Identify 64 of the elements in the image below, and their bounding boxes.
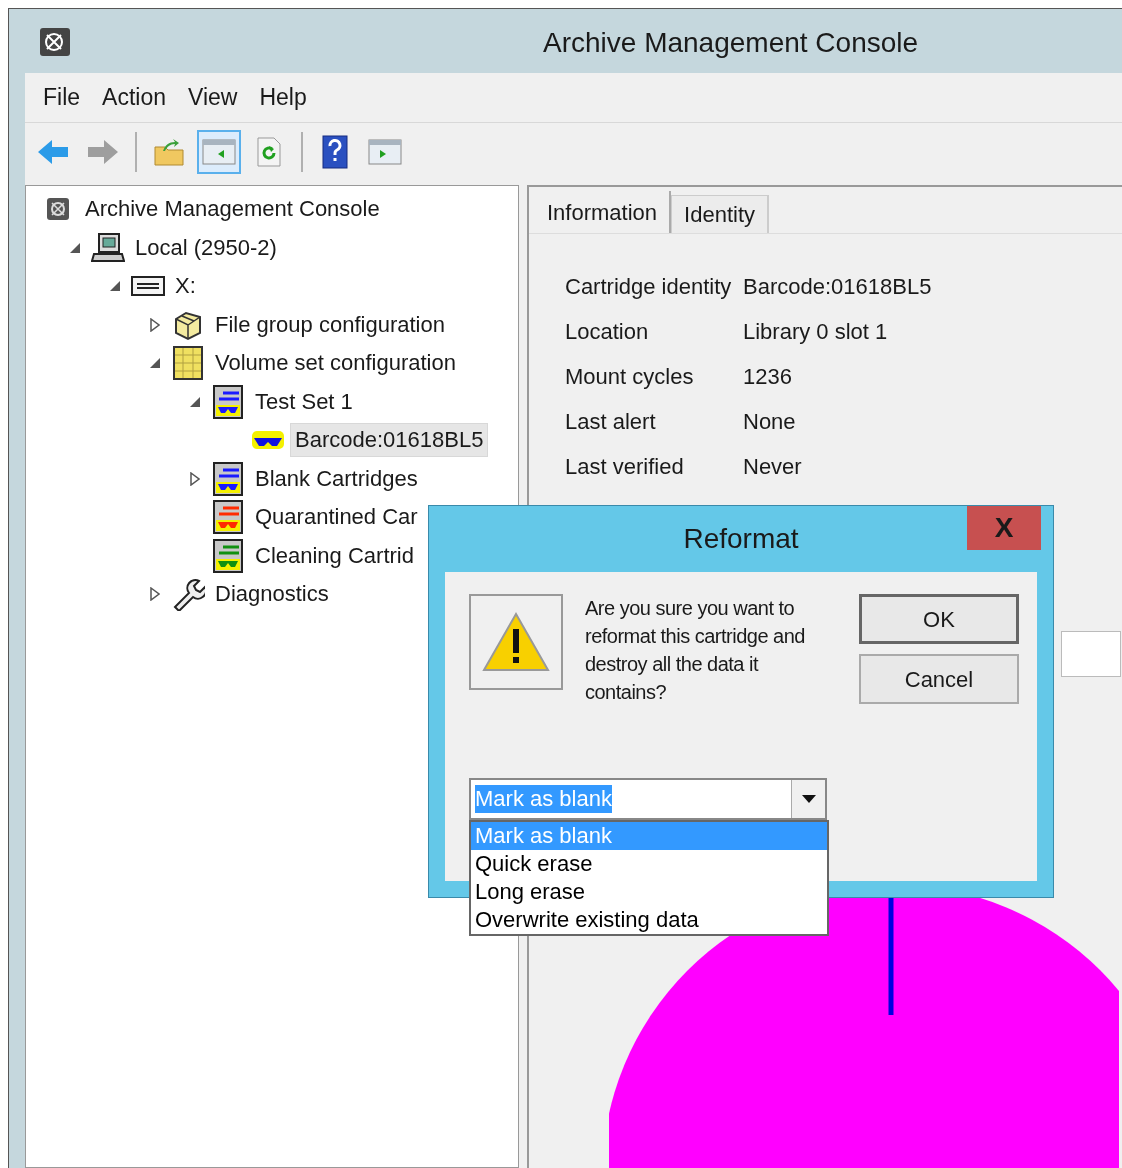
back-arrow-icon [36, 138, 70, 166]
cartridge-icon [250, 429, 286, 452]
menu-item[interactable]: File [37, 80, 87, 115]
tree-item[interactable]: Blank Cartridges [250, 461, 423, 496]
console-icon [46, 197, 70, 222]
text-field[interactable] [1061, 631, 1121, 677]
computer-icon [91, 231, 125, 264]
folder-icon [153, 137, 185, 167]
dropdown-option[interactable]: Quick erase [471, 850, 827, 878]
dialog-title: Reformat [683, 522, 799, 556]
property-label: Cartridge identity [565, 273, 733, 301]
wrench-icon [171, 577, 205, 612]
forward-arrow-icon [86, 138, 120, 166]
property-label: Last alert [565, 408, 657, 436]
tree-item[interactable]: Cleaning Cartrid [250, 538, 419, 573]
collapsed-arrow-icon[interactable] [150, 587, 160, 602]
tree-item[interactable]: Barcode:01618BL5 [290, 423, 489, 458]
close-button[interactable]: X [967, 506, 1041, 550]
pane-icon [368, 138, 402, 166]
property-value: Barcode:01618BL5 [743, 273, 933, 301]
collapsed-arrow-icon[interactable] [190, 471, 200, 486]
tree-item[interactable]: Test Set 1 [250, 384, 358, 419]
tree-item[interactable]: Local (2950-2) [130, 230, 282, 265]
property-value: Library 0 slot 1 [743, 318, 889, 346]
cartridge-set-icon [213, 461, 243, 496]
help-icon [321, 135, 349, 169]
tree-item[interactable]: X: [170, 269, 201, 304]
app-icon [39, 27, 71, 57]
dialog-message: Are you sure you want to reformat this cartridge and destroy all the data it contains? [585, 596, 806, 705]
dialog-button[interactable]: Cancel [859, 654, 1019, 704]
cartridge-set-icon [213, 384, 243, 419]
cartridge-set-icon [213, 538, 243, 573]
tree-item[interactable]: Quarantined Car [250, 500, 423, 535]
cartridge-set-icon [213, 500, 243, 535]
menu-item[interactable]: Action [96, 80, 172, 115]
dropdown-arrow-icon [801, 795, 816, 803]
dropdown-option[interactable]: Overwrite existing data [471, 906, 827, 934]
property-value: None [743, 408, 797, 436]
tree-item[interactable]: Archive Management Console [80, 192, 385, 227]
dropdown-option[interactable]: Long erase [471, 878, 827, 906]
expanded-arrow-icon[interactable] [109, 280, 121, 293]
window-title: Archive Management Console [543, 26, 919, 60]
menu-item[interactable]: Help [253, 80, 313, 115]
property-label: Last verified [565, 453, 685, 481]
expanded-arrow-icon[interactable] [69, 241, 81, 254]
expanded-arrow-icon[interactable] [149, 357, 161, 370]
property-value: Never [743, 453, 803, 481]
drive-icon [130, 274, 166, 299]
menu-item[interactable]: View [182, 80, 244, 115]
tree-item[interactable]: Diagnostics [210, 577, 334, 612]
tree-item[interactable]: File group configuration [210, 307, 450, 342]
property-label: Location [565, 318, 650, 346]
tree-item[interactable]: Volume set configuration [210, 346, 461, 381]
property-value: 1236 [743, 363, 793, 391]
grid-icon [173, 346, 203, 381]
collapsed-arrow-icon[interactable] [150, 317, 160, 332]
refresh-icon [255, 136, 283, 168]
pane-icon [202, 138, 236, 166]
combo-value: Mark as blank [475, 785, 612, 813]
dialog-button[interactable]: OK [859, 594, 1019, 644]
tab[interactable]: Identity [671, 195, 769, 233]
property-label: Mount cycles [565, 363, 695, 391]
expanded-arrow-icon[interactable] [189, 395, 201, 408]
warning-icon [482, 611, 550, 673]
